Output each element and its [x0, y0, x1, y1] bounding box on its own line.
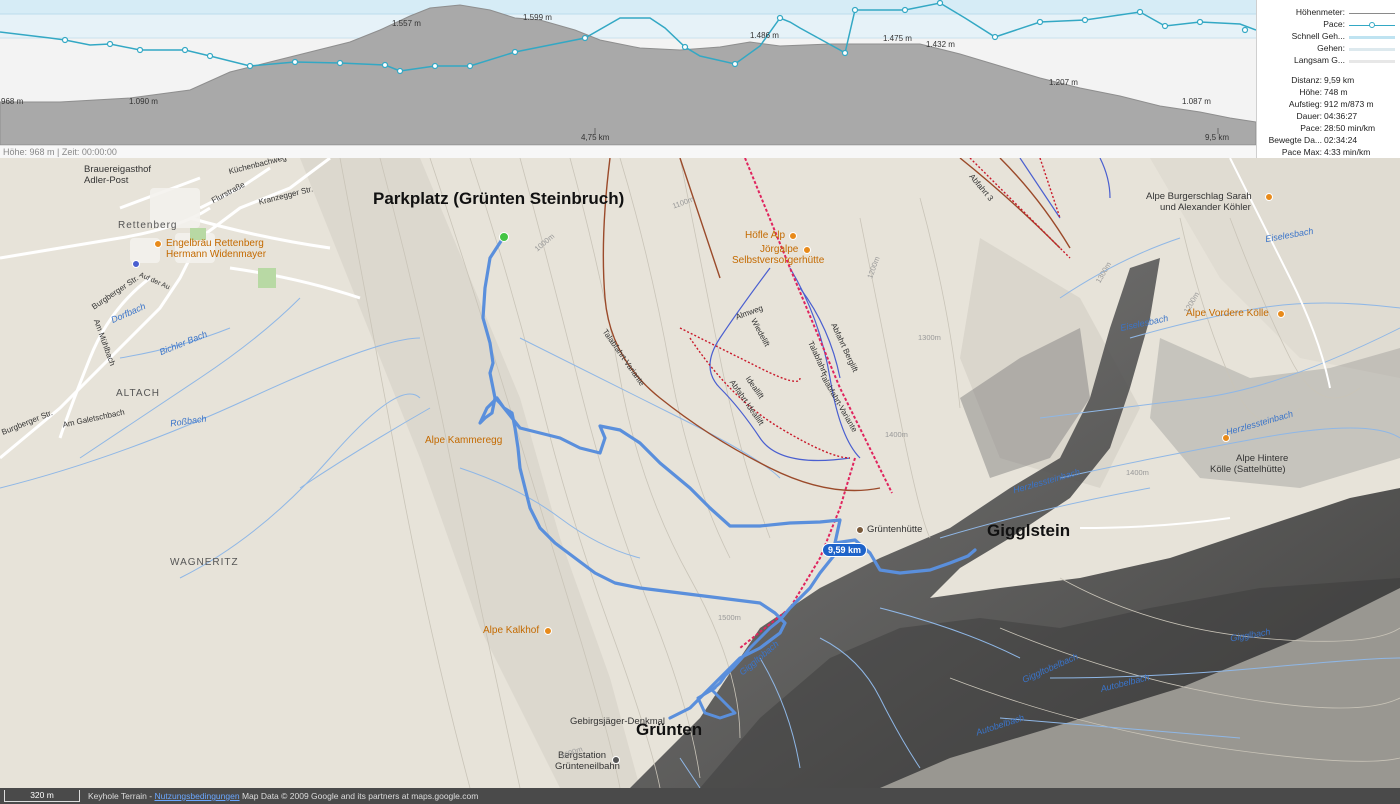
pace-band-fast	[0, 0, 1256, 14]
stat-altitude: Höhe: 748 m	[1257, 87, 1400, 98]
profile-status-bar: Höhe: 968 m | Zeit: 00:00:00	[0, 145, 1256, 158]
poi-engelbraeu[interactable]: Engelbräu Rettenberg	[166, 238, 264, 249]
stat-value: 912 m/873 m	[1324, 99, 1374, 109]
stat-distance: Distanz: 9,59 km	[1257, 75, 1400, 86]
legend-label: Pace:	[1323, 19, 1345, 29]
route-distance-badge[interactable]: 9,59 km	[822, 543, 868, 557]
profile-svg	[0, 0, 1256, 145]
legend-elevation[interactable]: Höhenmeter:	[1257, 7, 1400, 19]
layer-label: Keyhole Terrain -	[88, 791, 153, 801]
place-wagneritz: WAGNERITZ	[170, 557, 239, 568]
stat-key: Pace Max:	[1281, 147, 1322, 157]
stat-pace: Pace: 28:50 min/km	[1257, 123, 1400, 134]
elevation-label: 1.207 m	[1049, 78, 1078, 87]
copyright-text: Map Data © 2009 Google and its partners …	[241, 791, 479, 801]
stat-value: 28:50 min/km	[1324, 123, 1376, 133]
elevation-profile-chart[interactable]: 968 m 1.090 m 1.557 m 1.599 m 1.486 m 1.…	[0, 0, 1256, 145]
elevation-label: 968 m	[1, 97, 24, 106]
poi-gebirgsjaeger[interactable]: Gebirgsjäger-Denkmal	[570, 716, 665, 727]
poi-joergalpe[interactable]: Jörgalpe	[760, 244, 798, 255]
cable-car-icon[interactable]	[612, 756, 620, 764]
poi-gruentenhuette[interactable]: Grüntenhütte	[867, 524, 922, 535]
restaurant-icon[interactable]	[154, 240, 162, 248]
poi-burgerschlag-line2: und Alexander Köhler	[1160, 202, 1251, 213]
scale-bar: 320 m	[4, 790, 80, 802]
terms-link[interactable]: Nutzungsbedingungen	[154, 791, 239, 801]
poi-joergalpe-line2: Selbstversorgerhütte	[732, 255, 825, 266]
poi-adler-post[interactable]: Brauereigasthof Adler-Post	[84, 164, 151, 186]
distance-tick-label: 9,5 km	[1205, 133, 1230, 142]
poi-burgerschlag[interactable]: Alpe Burgerschlag Sarah	[1146, 191, 1252, 202]
elevation-label: 1.557 m	[392, 19, 421, 28]
stat-value: 4:33 min/km	[1324, 147, 1371, 157]
poi-kalkhof[interactable]: Alpe Kalkhof	[483, 625, 539, 636]
map-footer: 320 m Keyhole Terrain - Nutzungsbedingun…	[0, 788, 1400, 804]
stats-panel: Höhenmeter: Pace: Schnell Geh... Gehen: …	[1256, 0, 1400, 158]
elevation-label: 1.599 m	[523, 13, 552, 22]
attribution: Keyhole Terrain - Nutzungsbedingungen Ma…	[88, 788, 478, 804]
poi-engelbraeu-line2: Hermann Widenmayer	[166, 249, 267, 260]
stat-moving-time: Bewegte Da... 02:34:24	[1257, 135, 1400, 146]
stat-value: 9,59 km	[1324, 75, 1355, 85]
elevation-label: 1.432 m	[926, 40, 955, 49]
stat-key: Aufstieg:	[1288, 99, 1322, 109]
stat-value: 04:36:27	[1324, 111, 1358, 121]
poi-vordere-koelle[interactable]: Alpe Vordere Kölle	[1186, 308, 1269, 319]
stat-value: 748 m	[1324, 87, 1348, 97]
contour-label: 1400m	[885, 430, 908, 439]
restaurant-icon[interactable]	[1277, 310, 1285, 318]
poi-hintere-koelle[interactable]: Alpe Hintere	[1236, 453, 1288, 464]
poi-label-text: Brauereigasthof Adler-Post	[84, 164, 152, 186]
legend-label: Höhenmeter:	[1295, 7, 1345, 17]
elevation-label: 1.090 m	[129, 97, 158, 106]
legend-walking[interactable]: Gehen:	[1257, 43, 1400, 55]
legend-pace[interactable]: Pace:	[1257, 19, 1400, 31]
hut-icon[interactable]	[803, 246, 811, 254]
contour-label: 1300m	[918, 333, 941, 342]
elevation-label: 1.475 m	[883, 34, 912, 43]
elevation-swatch-icon	[1349, 13, 1395, 14]
stat-key: Höhe:	[1299, 87, 1322, 97]
stat-ascent: Aufstieg: 912 m/873 m	[1257, 99, 1400, 110]
stat-key: Dauer:	[1296, 111, 1322, 121]
legend-fast-walking[interactable]: Schnell Geh...	[1257, 31, 1400, 43]
restaurant-icon[interactable]	[1265, 193, 1273, 201]
start-marker-icon[interactable]	[499, 232, 509, 242]
contour-label: 1400m	[1126, 468, 1149, 477]
stat-key: Pace:	[1300, 123, 1322, 133]
slow-walking-swatch-icon	[1349, 60, 1395, 63]
contour-label: 1500m	[718, 613, 741, 622]
pace-point-icon	[1369, 22, 1375, 28]
info-icon[interactable]	[132, 260, 140, 268]
poi-bergstation-line2: Grünteneilbahn	[555, 761, 620, 772]
legend-label: Gehen:	[1317, 43, 1345, 53]
walking-swatch-icon	[1349, 48, 1395, 51]
label-gigglstein: Gigglstein	[987, 521, 1071, 540]
elevation-label: 1.486 m	[750, 31, 779, 40]
elevation-label: 1.087 m	[1182, 97, 1211, 106]
fast-walking-swatch-icon	[1349, 36, 1395, 39]
stat-pace-max: Pace Max: 4:33 min/km	[1257, 147, 1400, 158]
legend-label: Langsam G...	[1293, 55, 1345, 65]
restaurant-icon[interactable]	[544, 627, 552, 635]
hut-icon[interactable]	[856, 526, 864, 534]
stat-duration: Dauer: 04:36:27	[1257, 111, 1400, 122]
poi-hoefle-alp[interactable]: Höfle Alp	[745, 230, 785, 241]
legend-slow-walking[interactable]: Langsam G...	[1257, 55, 1400, 67]
legend-label: Schnell Geh...	[1291, 31, 1345, 41]
restaurant-icon[interactable]	[789, 232, 797, 240]
map-application: 968 m 1.090 m 1.557 m 1.599 m 1.486 m 1.…	[0, 0, 1400, 804]
label-parkplatz: Parkplatz (Grünten Steinbruch)	[373, 189, 625, 208]
poi-kammeregg[interactable]: Alpe Kammeregg	[425, 435, 502, 446]
place-rettenberg: Rettenberg	[118, 220, 178, 231]
stat-key: Bewegte Da...	[1268, 135, 1322, 145]
stat-key: Distanz:	[1291, 75, 1322, 85]
poi-hintere-koelle-line2: Kölle (Sattelhütte)	[1210, 464, 1286, 475]
distance-tick-label: 4,75 km	[581, 133, 610, 142]
terrain-map[interactable]: Parkplatz (Grünten Steinbruch) Gigglstei…	[0, 158, 1400, 788]
place-altach: ALTACH	[116, 388, 160, 399]
stat-value: 02:34:24	[1324, 135, 1358, 145]
